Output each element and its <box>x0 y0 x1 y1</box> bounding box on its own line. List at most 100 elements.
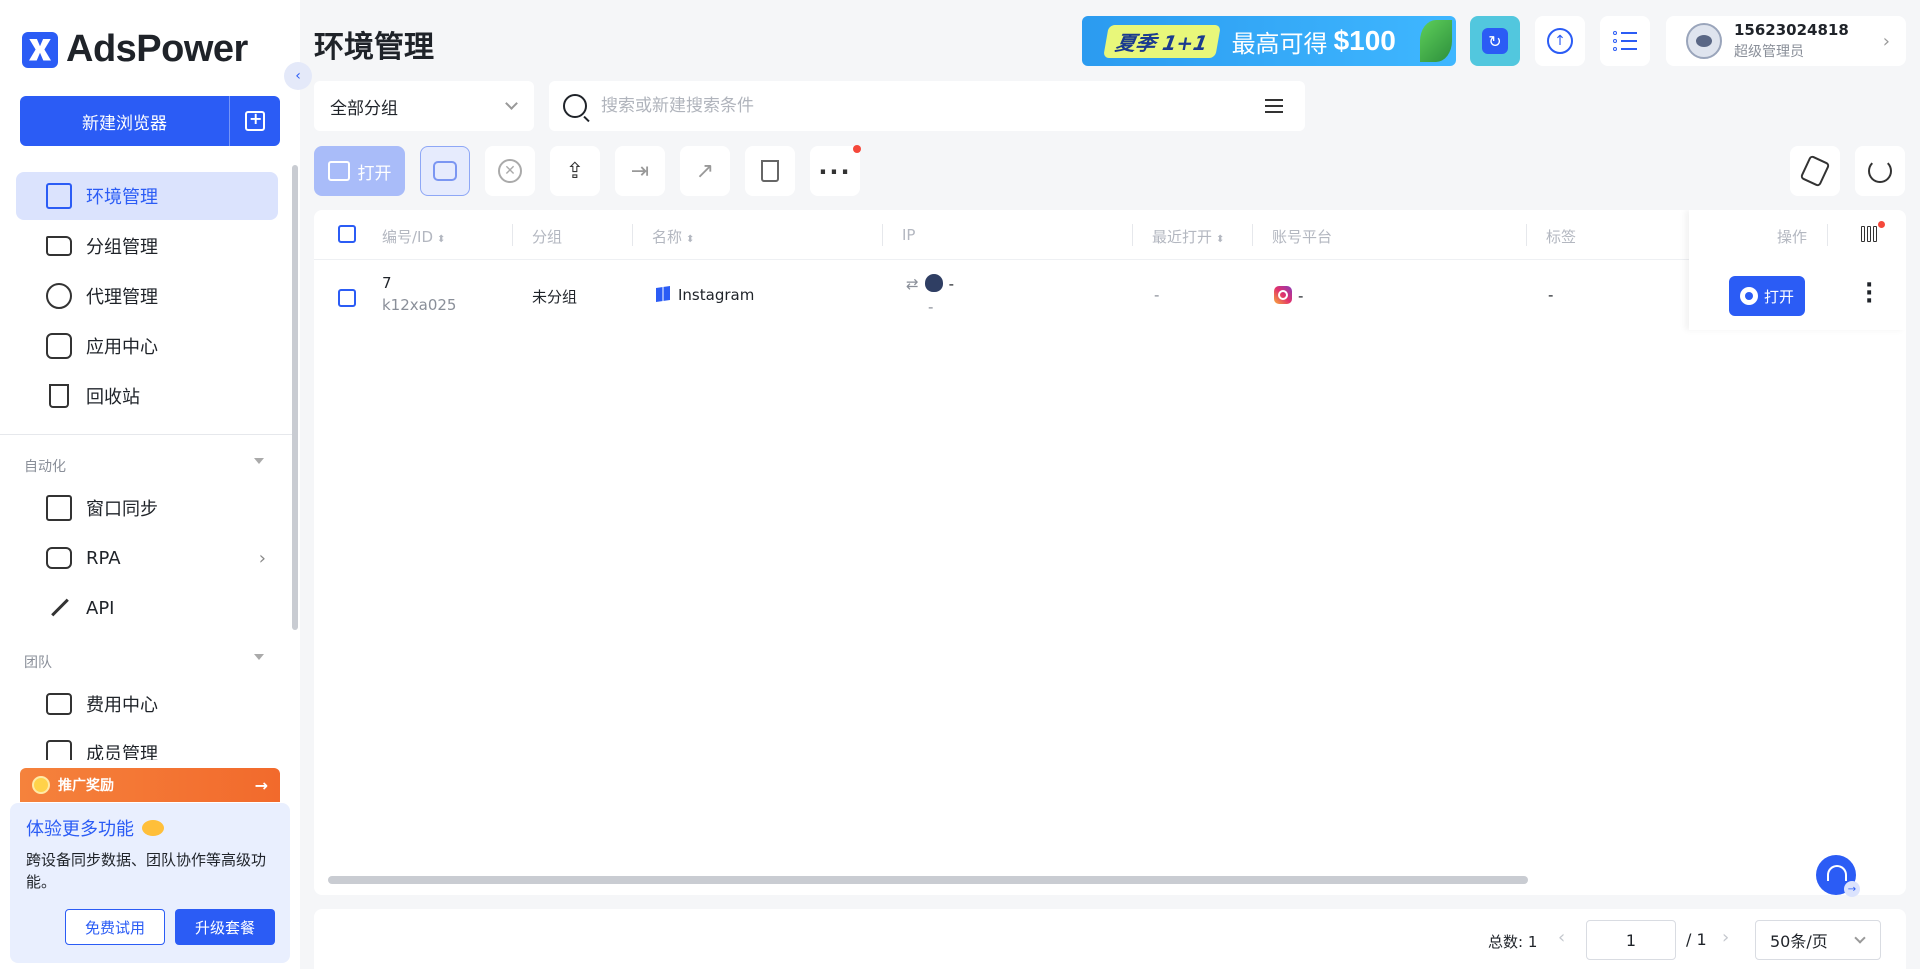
ip-shield-icon <box>924 274 943 292</box>
export-button[interactable]: ⇪ <box>550 146 600 196</box>
close-browser-button[interactable]: ✕ <box>485 146 535 196</box>
chevron-right-icon: › <box>1882 30 1890 52</box>
move-to-folder-icon: ⇥ <box>630 158 650 184</box>
update-button[interactable]: ↑ <box>1535 16 1585 66</box>
sidebar: AdsPower 新建浏览器 环境管理 分组管理 代理管理 应用中心 回收站 自… <box>0 0 300 969</box>
sidebar-scrollbar[interactable] <box>292 165 298 630</box>
free-trial-button[interactable]: 免费试用 <box>65 909 165 945</box>
notification-dot <box>1878 221 1885 228</box>
profile-id: k12xa025 <box>382 296 457 314</box>
column-header-name[interactable]: 名称 ⬍ <box>652 226 694 247</box>
search-bar <box>549 81 1305 131</box>
column-header-action: 操作 <box>1777 228 1808 246</box>
upgrade-plan-button[interactable]: 升级套餐 <box>175 909 275 945</box>
row-open-label: 打开 <box>1763 287 1794 306</box>
section-automation[interactable]: 自动化 <box>24 456 264 476</box>
logo[interactable]: AdsPower <box>22 28 248 71</box>
sidebar-item-members[interactable]: 成员管理 <box>16 730 278 760</box>
sidebar-item-label: 窗口同步 <box>86 499 158 520</box>
ip-info: ⇄ - <box>906 274 954 293</box>
column-header-id[interactable]: 编号/ID ⬍ <box>382 226 445 247</box>
sidebar-item-trash[interactable]: 回收站 <box>16 372 278 420</box>
user-info: 15623024818 超级管理员 <box>1734 21 1849 61</box>
open-browser-button[interactable]: 打开 <box>314 146 405 196</box>
profiles-table: 编号/ID ⬍ 分组 名称 ⬍ IP 最近打开 ⬍ 账号平台 标签 7 k12xa02… <box>314 210 1906 895</box>
column-separator <box>1526 224 1527 246</box>
sidebar-item-label: 环境管理 <box>86 187 158 208</box>
page-size-select[interactable]: 50条/页 <box>1755 920 1881 960</box>
column-settings-icon[interactable] <box>1861 221 1885 242</box>
filter-settings-icon[interactable] <box>1265 97 1283 115</box>
last-open: - <box>1154 286 1160 304</box>
sidebar-item-billing[interactable]: 费用中心 <box>16 680 278 728</box>
column-header-tags: 标签 <box>1546 228 1577 246</box>
new-browser-button[interactable]: 新建浏览器 <box>20 96 230 146</box>
share-button[interactable]: ↗ <box>680 146 730 196</box>
sort-icon: ⬍ <box>437 234 446 245</box>
robot-icon <box>433 161 457 181</box>
profile-group: 未分组 <box>532 288 578 306</box>
next-page-icon[interactable]: › <box>1722 927 1729 948</box>
select-all-checkbox[interactable] <box>338 225 356 243</box>
banner-text: 最高可得 <box>1231 29 1328 58</box>
rpa-button[interactable] <box>420 146 470 196</box>
wallet-icon <box>46 693 72 715</box>
proxy-icon <box>46 283 72 309</box>
arrow-small-icon: → <box>1844 881 1860 897</box>
banner-badge: 夏季 1+1 <box>1103 24 1221 58</box>
instagram-icon <box>1274 286 1292 304</box>
sidebar-item-app-center[interactable]: 应用中心 <box>16 322 278 370</box>
profile-name[interactable]: Instagram <box>656 286 754 304</box>
page-number-input[interactable] <box>1586 920 1676 960</box>
row-open-button[interactable]: 打开 <box>1729 276 1805 316</box>
sidebar-item-label: RPA <box>86 547 121 569</box>
user-profile[interactable]: 15623024818 超级管理员 › <box>1666 16 1906 66</box>
window-sync-icon <box>46 495 72 521</box>
collapse-sidebar-button[interactable]: ‹ <box>284 62 312 90</box>
promo-rewards-bar[interactable]: 推广奖励 → <box>20 768 280 802</box>
prev-page-icon[interactable]: ‹ <box>1558 927 1565 948</box>
total-count: 总数: 1 <box>1488 933 1538 951</box>
customer-support-button[interactable]: → <box>1816 855 1860 897</box>
promo-banner[interactable]: 夏季 1+1 最高可得 $100 <box>1082 16 1456 66</box>
group-select-value: 全部分组 <box>330 98 398 119</box>
sidebar-item-window-sync[interactable]: 窗口同步 <box>16 484 278 532</box>
sidebar-item-proxies[interactable]: 代理管理 <box>16 272 278 320</box>
section-team[interactable]: 团队 <box>24 652 264 672</box>
upload-icon: ⇪ <box>565 158 585 184</box>
sidebar-item-groups[interactable]: 分组管理 <box>16 222 278 270</box>
browser-window-icon <box>46 183 72 209</box>
more-horizontal-icon: ... <box>818 152 852 180</box>
adspower-logo-icon <box>22 31 58 68</box>
account-platform: - <box>1274 286 1303 305</box>
batch-create-button[interactable] <box>230 96 280 146</box>
chevron-down-icon <box>254 654 264 660</box>
sync-button[interactable]: ↻ <box>1470 16 1520 66</box>
chevron-right-icon: › <box>258 547 266 569</box>
table-row[interactable]: 7 k12xa025 未分组 Instagram ⇄ - - - - - <box>314 260 1906 330</box>
open-button-label: 打开 <box>357 163 392 184</box>
tag-button[interactable] <box>1790 146 1840 196</box>
row-more-icon[interactable]: · · · <box>1865 275 1873 313</box>
sidebar-item-label: API <box>86 597 115 619</box>
sidebar-item-api[interactable]: API <box>16 584 278 632</box>
column-header-platform: 账号平台 <box>1272 228 1333 246</box>
trash-icon <box>761 160 779 182</box>
delete-button[interactable] <box>745 146 795 196</box>
column-header-last-open[interactable]: 最近打开 ⬍ <box>1152 226 1224 247</box>
horizontal-scrollbar[interactable] <box>328 876 1528 884</box>
upload-circle-icon: ↑ <box>1547 28 1573 54</box>
folder-icon <box>46 236 72 256</box>
task-list-button[interactable] <box>1600 16 1650 66</box>
refresh-button[interactable] <box>1855 146 1905 196</box>
more-actions-button[interactable]: ... <box>810 145 861 196</box>
move-group-button[interactable]: ⇥ <box>615 146 665 196</box>
group-select[interactable]: 全部分组 <box>314 81 534 131</box>
sidebar-item-rpa[interactable]: RPA › <box>16 534 278 582</box>
sidebar-item-environment[interactable]: 环境管理 <box>16 172 278 220</box>
row-checkbox[interactable] <box>338 289 356 307</box>
user-phone: 15623024818 <box>1734 21 1849 39</box>
column-separator <box>512 224 513 246</box>
search-input[interactable] <box>601 96 1241 116</box>
column-separator <box>632 224 633 246</box>
